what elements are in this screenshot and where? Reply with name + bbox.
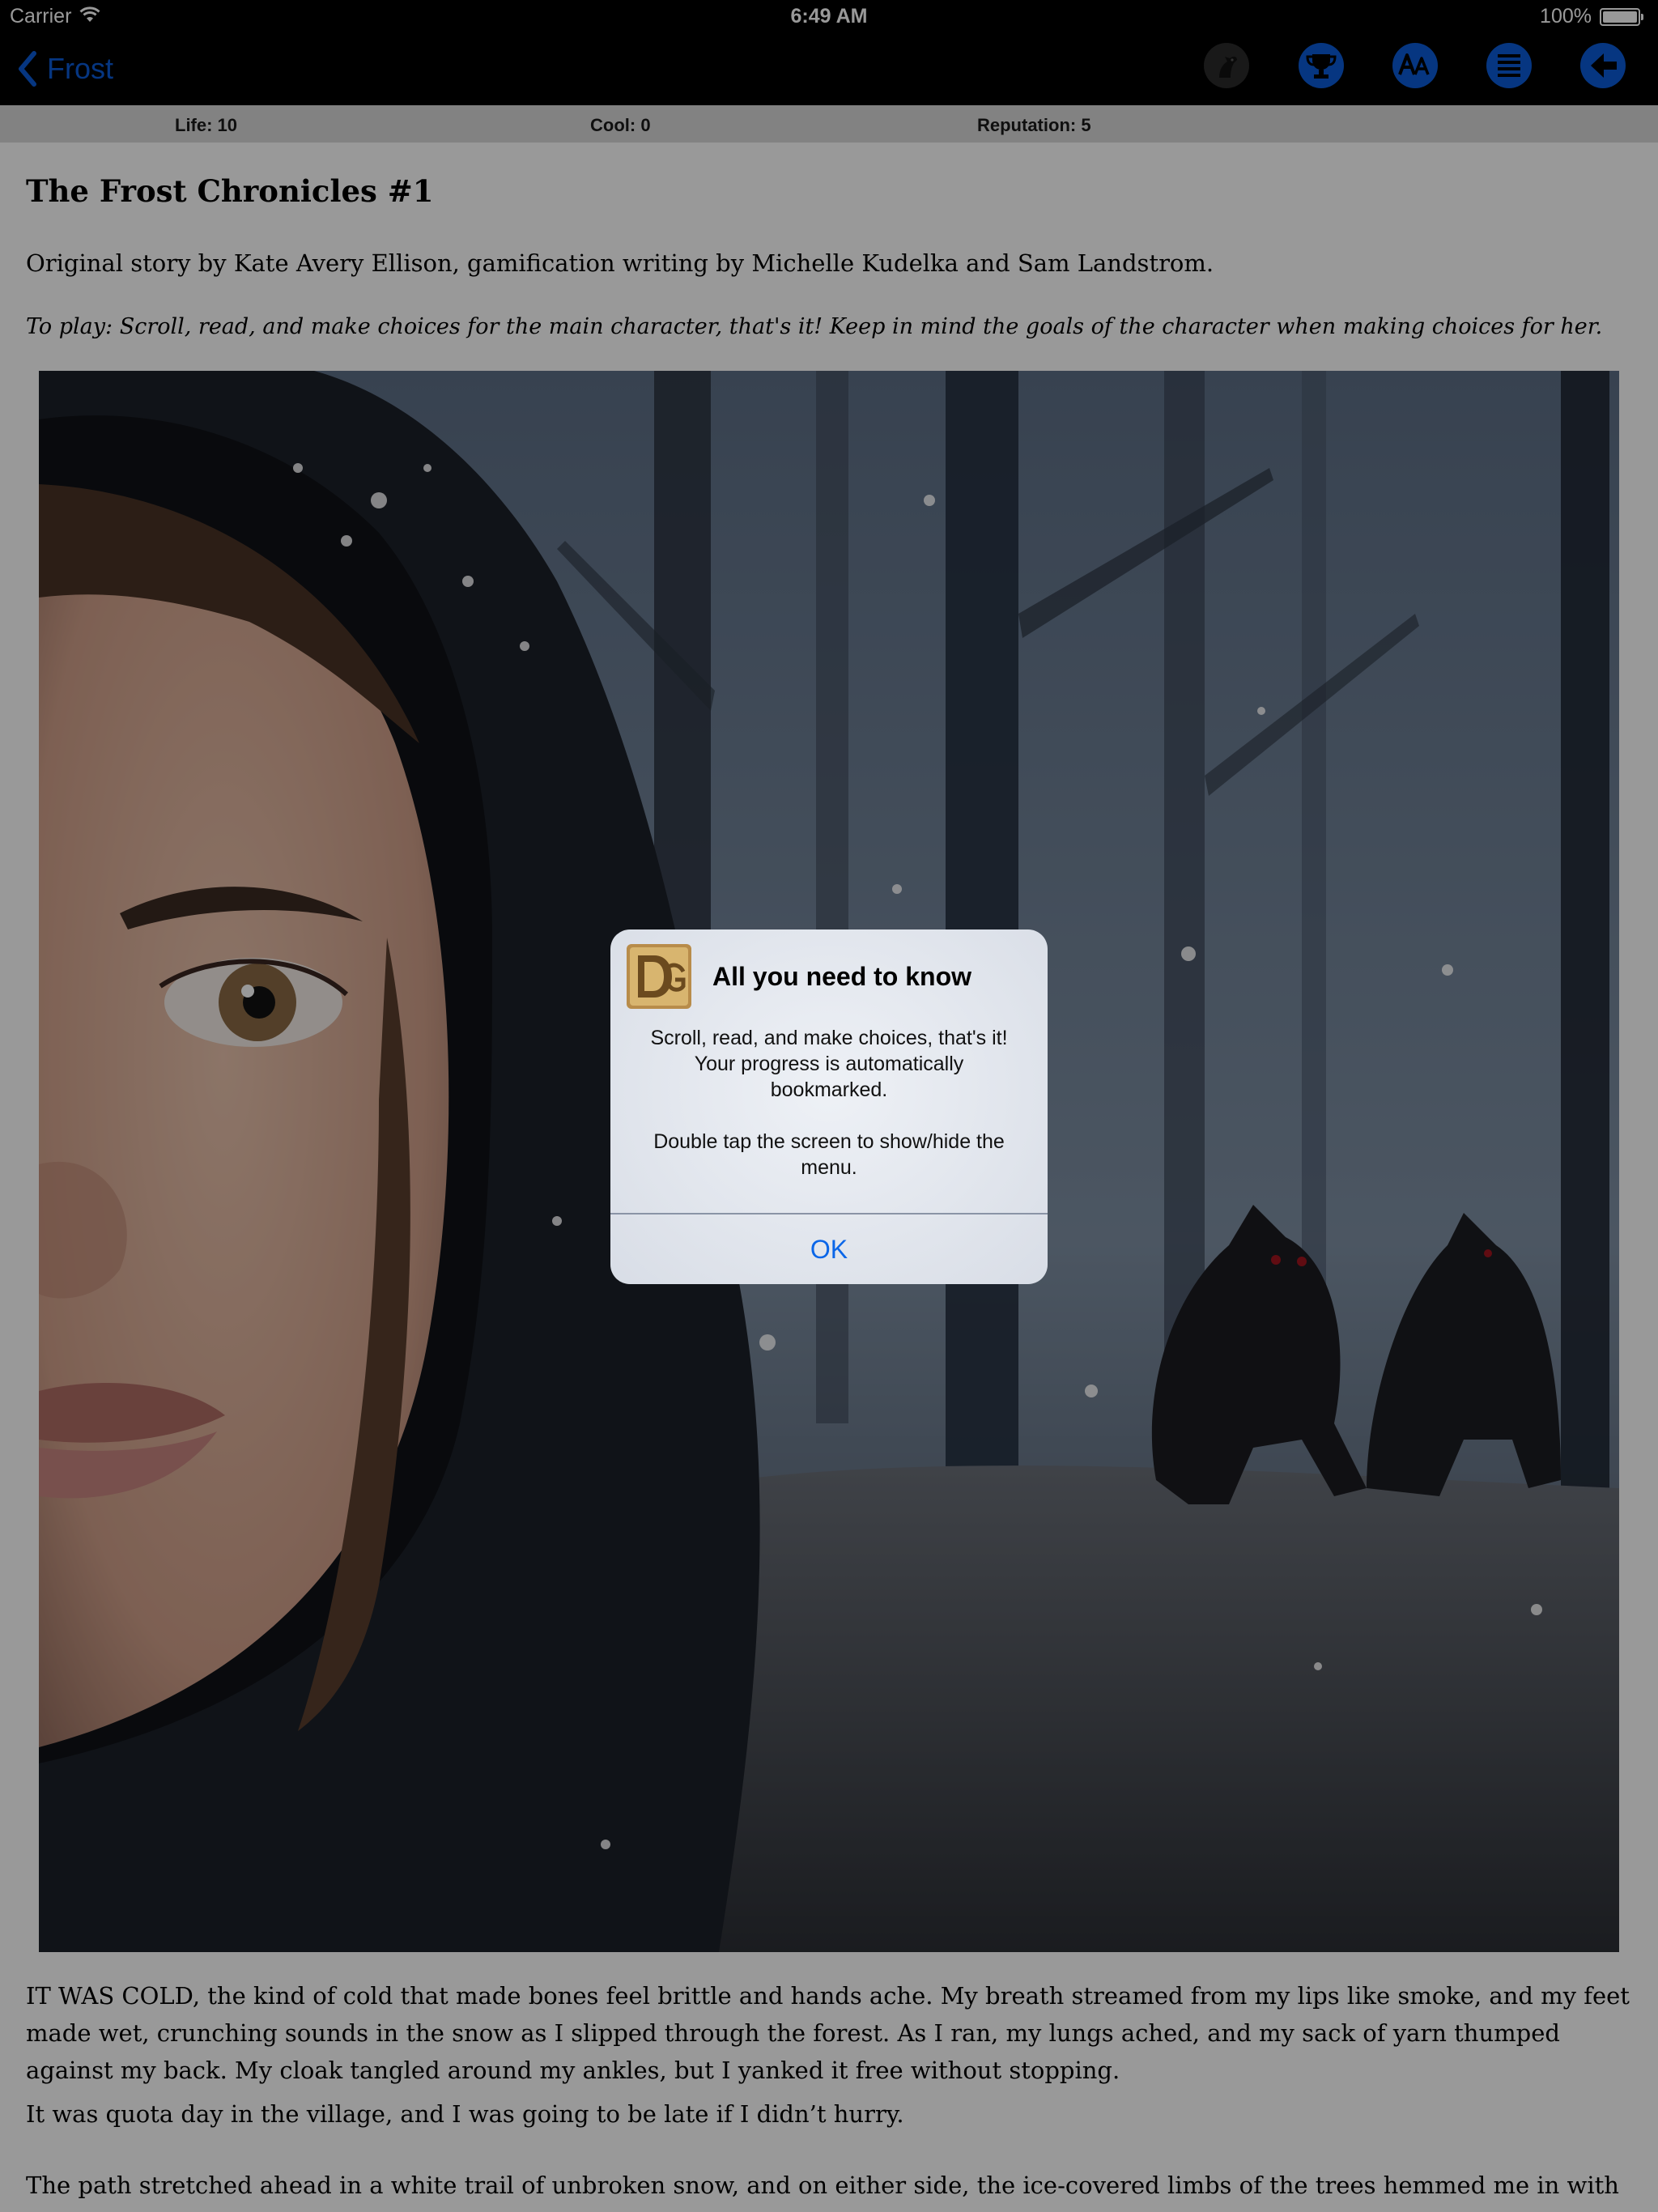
alert-message-text: Double tap the screen to show/hide the m… bbox=[653, 1130, 1005, 1179]
alert-message-text: Scroll, read, and make choices, that's i… bbox=[650, 1027, 1008, 1101]
dg-logo-icon bbox=[627, 944, 691, 1009]
ok-button[interactable]: OK bbox=[610, 1214, 1048, 1284]
app-screen: Carrier 6:49 AM 100% Frost Life: 10 Cool… bbox=[0, 0, 1658, 2212]
alert-message: Scroll, read, and make choices, that's i… bbox=[635, 1025, 1023, 1180]
alert-dialog: All you need to know Scroll, read, and m… bbox=[610, 929, 1048, 1284]
alert-title: All you need to know bbox=[712, 962, 972, 991]
